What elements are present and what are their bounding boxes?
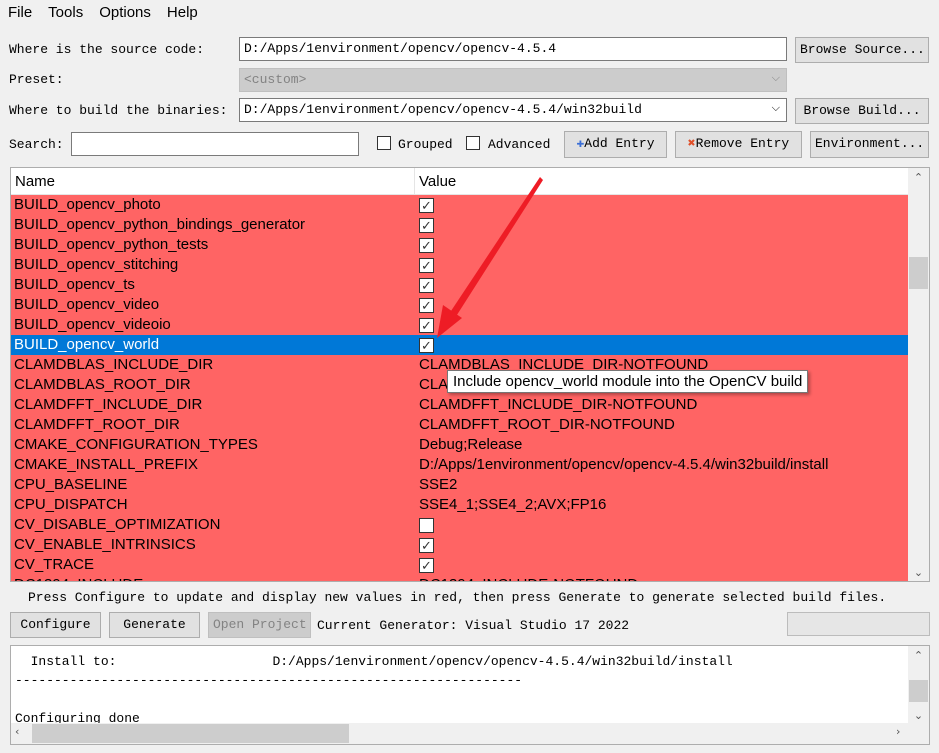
annotation-arrow — [437, 177, 543, 338]
output-text: Install to: D:/Apps/1environment/opencv/… — [11, 646, 929, 734]
arrow-shaft — [449, 177, 543, 318]
scrollbar-thumb[interactable] — [909, 680, 928, 702]
scroll-up-icon[interactable]: ⌃ — [908, 646, 929, 662]
output-vertical-scrollbar[interactable]: ⌃ ⌄ — [908, 646, 929, 724]
scroll-right-icon[interactable]: › — [896, 725, 900, 738]
progress-bar — [787, 612, 930, 636]
output-log[interactable]: Install to: D:/Apps/1environment/opencv/… — [10, 645, 930, 745]
scroll-left-icon[interactable]: ‹ — [15, 725, 19, 738]
open-project-button: Open Project — [208, 612, 311, 638]
hint-text: Press Configure to update and display ne… — [28, 590, 887, 605]
current-generator: Current Generator: Visual Studio 17 2022 — [317, 618, 630, 633]
output-line: Install to: D:/Apps/1environment/opencv/… — [15, 654, 733, 669]
output-horizontal-scrollbar[interactable]: ‹ › — [11, 723, 929, 744]
configure-button[interactable]: Configure — [10, 612, 101, 638]
scroll-down-icon[interactable]: ⌄ — [908, 709, 929, 722]
output-line: ----------------------------------------… — [15, 673, 523, 688]
scrollbar-thumb[interactable] — [32, 724, 349, 743]
generate-button[interactable]: Generate — [109, 612, 200, 638]
